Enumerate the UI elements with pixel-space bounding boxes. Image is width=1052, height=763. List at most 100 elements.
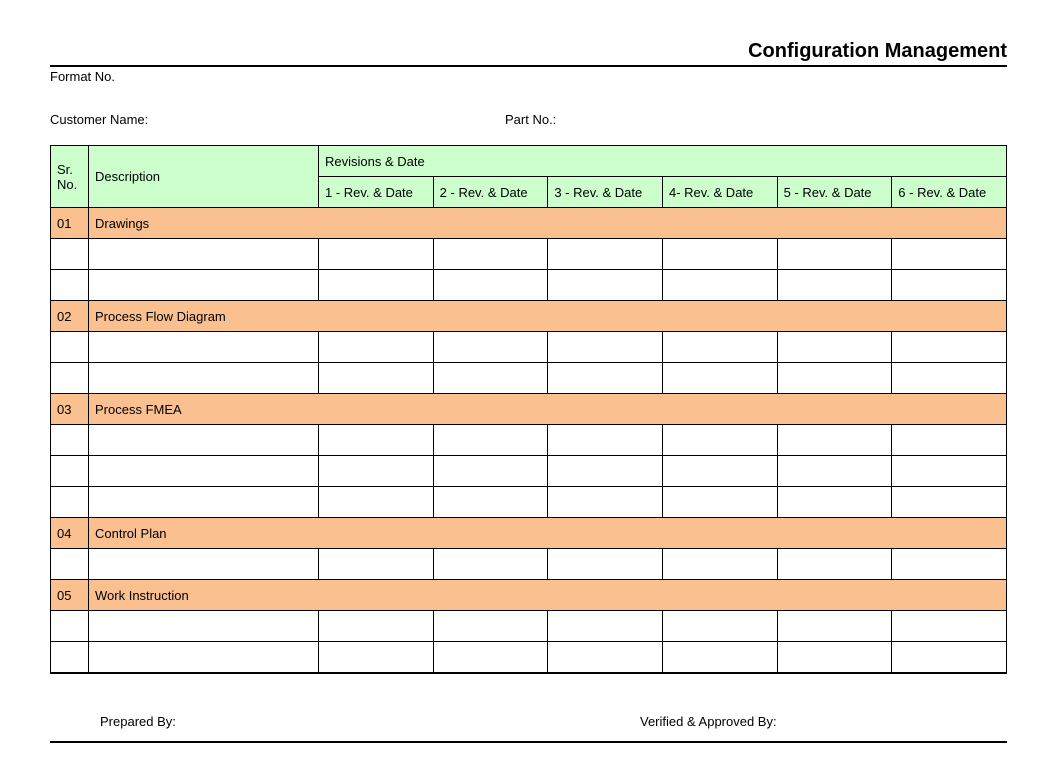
table-cell (433, 611, 548, 642)
table-row (51, 425, 1007, 456)
table-cell (89, 332, 319, 363)
section-sr-no: 04 (51, 518, 89, 549)
table-cell (548, 270, 663, 301)
section-row: 01Drawings (51, 208, 1007, 239)
table-cell (319, 642, 434, 674)
table-cell (892, 611, 1007, 642)
table-cell (319, 611, 434, 642)
table-cell (892, 332, 1007, 363)
table-cell (548, 332, 663, 363)
table-cell (777, 239, 892, 270)
table-cell (892, 549, 1007, 580)
table-cell (89, 456, 319, 487)
header-rev-2: 2 - Rev. & Date (433, 177, 548, 208)
header-rev-3: 3 - Rev. & Date (548, 177, 663, 208)
table-cell (662, 270, 777, 301)
table-cell (433, 456, 548, 487)
section-row: 04Control Plan (51, 518, 1007, 549)
table-cell (51, 363, 89, 394)
table-cell (662, 239, 777, 270)
table-cell (548, 239, 663, 270)
table-cell (89, 611, 319, 642)
section-sr-no: 05 (51, 580, 89, 611)
table-cell (89, 239, 319, 270)
table-cell (662, 456, 777, 487)
table-cell (51, 332, 89, 363)
header-rev-6: 6 - Rev. & Date (892, 177, 1007, 208)
table-cell (548, 611, 663, 642)
header-description: Description (89, 146, 319, 208)
table-cell (433, 549, 548, 580)
table-cell (433, 332, 548, 363)
table-cell (662, 487, 777, 518)
title-bar: Configuration Management (50, 40, 1007, 67)
section-description: Work Instruction (89, 580, 1007, 611)
table-cell (777, 332, 892, 363)
part-no-label: Part No.: (505, 112, 1007, 127)
footer: Prepared By: Verified & Approved By: (50, 714, 1007, 743)
table-cell (548, 642, 663, 674)
table-cell (319, 549, 434, 580)
table-cell (51, 549, 89, 580)
table-cell (548, 549, 663, 580)
section-description: Process FMEA (89, 394, 1007, 425)
table-cell (892, 642, 1007, 674)
table-cell (89, 270, 319, 301)
table-cell (892, 425, 1007, 456)
table-cell (662, 363, 777, 394)
table-cell (777, 642, 892, 674)
table-cell (662, 425, 777, 456)
table-cell (319, 425, 434, 456)
info-line: Customer Name: Part No.: (50, 112, 1007, 127)
table-cell (777, 549, 892, 580)
config-table: Sr. No. Description Revisions & Date 1 -… (50, 145, 1007, 674)
format-no-label: Format No. (50, 69, 1007, 84)
table-cell (433, 270, 548, 301)
table-cell (892, 363, 1007, 394)
table-cell (892, 270, 1007, 301)
table-cell (548, 487, 663, 518)
table-row (51, 332, 1007, 363)
table-cell (662, 611, 777, 642)
table-cell (319, 456, 434, 487)
table-cell (319, 332, 434, 363)
table-cell (319, 239, 434, 270)
table-row (51, 363, 1007, 394)
table-cell (319, 487, 434, 518)
table-cell (548, 425, 663, 456)
header-rev-5: 5 - Rev. & Date (777, 177, 892, 208)
page-title: Configuration Management (50, 40, 1007, 63)
table-cell (89, 487, 319, 518)
table-cell (89, 425, 319, 456)
table-cell (89, 642, 319, 674)
table-row (51, 642, 1007, 674)
table-cell (662, 549, 777, 580)
table-cell (89, 363, 319, 394)
table-cell (51, 456, 89, 487)
table-cell (777, 270, 892, 301)
table-row (51, 270, 1007, 301)
prepared-by-label: Prepared By: (100, 714, 640, 729)
header-sr-no: Sr. No. (51, 146, 89, 208)
table-cell (892, 456, 1007, 487)
table-cell (319, 270, 434, 301)
section-description: Drawings (89, 208, 1007, 239)
table-cell (433, 642, 548, 674)
table-row (51, 239, 1007, 270)
table-cell (51, 487, 89, 518)
table-cell (433, 363, 548, 394)
header-revisions: Revisions & Date (319, 146, 1007, 177)
table-cell (777, 611, 892, 642)
table-cell (51, 239, 89, 270)
table-cell (892, 487, 1007, 518)
verified-by-label: Verified & Approved By: (640, 714, 1007, 729)
section-row: 03Process FMEA (51, 394, 1007, 425)
table-cell (777, 456, 892, 487)
header-rev-4: 4- Rev. & Date (662, 177, 777, 208)
table-cell (51, 611, 89, 642)
table-row (51, 456, 1007, 487)
table-cell (433, 425, 548, 456)
table-cell (51, 425, 89, 456)
section-row: 05Work Instruction (51, 580, 1007, 611)
section-row: 02Process Flow Diagram (51, 301, 1007, 332)
